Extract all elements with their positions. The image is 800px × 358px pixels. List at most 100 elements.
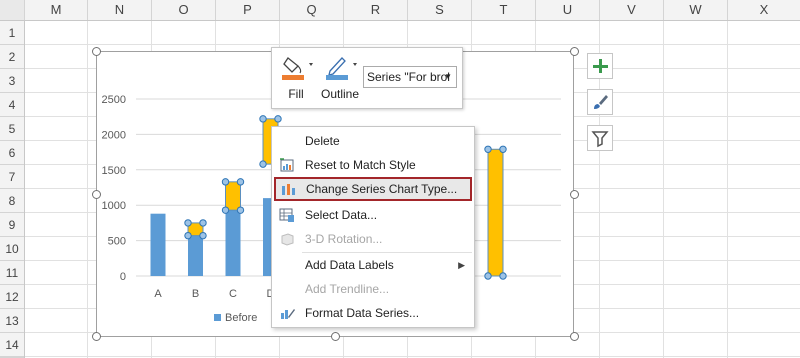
series-select[interactable]: Series "For brol ▼ <box>363 66 457 88</box>
column-header[interactable]: X <box>728 0 800 20</box>
bar-before <box>225 208 241 276</box>
x-tick-label: B <box>192 288 199 300</box>
chevron-down-icon: ▼ <box>444 72 452 81</box>
bar-before <box>188 235 203 276</box>
row-header[interactable]: 7 <box>0 165 24 189</box>
row-header[interactable]: 3 <box>0 69 24 93</box>
menu-item-label: Select Data... <box>305 208 378 222</box>
column-header[interactable]: V <box>600 0 664 20</box>
resize-handle[interactable] <box>92 47 101 56</box>
select-data-icon <box>279 208 294 222</box>
point-handle <box>236 178 245 186</box>
row-header[interactable]: 11 <box>0 261 24 285</box>
menu-item-3d-rotation[interactable]: 3-D Rotation... <box>273 227 473 251</box>
column-header[interactable]: M <box>25 0 88 20</box>
column-header[interactable]: S <box>408 0 472 20</box>
column-header[interactable]: W <box>664 0 728 20</box>
point-handle <box>259 160 267 168</box>
menu-item-add-data-labels[interactable]: Add Data Labels ▶ <box>273 253 473 277</box>
3d-rotation-icon <box>281 233 294 246</box>
point-handle <box>499 272 507 280</box>
bar-selected-series <box>487 148 504 277</box>
row-header[interactable]: 13 <box>0 309 24 333</box>
chart-styles-button[interactable] <box>587 89 613 115</box>
outline-button[interactable]: Outline <box>318 52 362 104</box>
chart-filters-icon <box>591 131 609 148</box>
reset-style-icon <box>280 158 294 172</box>
resize-handle[interactable] <box>570 332 579 341</box>
column-header[interactable]: U <box>536 0 600 20</box>
fill-label: Fill <box>288 87 304 101</box>
point-handle <box>484 272 492 280</box>
submenu-arrow-icon: ▶ <box>458 260 465 270</box>
row-header[interactable]: 4 <box>0 93 24 117</box>
column-header[interactable]: O <box>152 0 216 20</box>
row-header[interactable]: 9 <box>0 213 24 237</box>
menu-item-label: Add Data Labels <box>305 258 394 272</box>
y-tick-label: 1000 <box>102 200 126 212</box>
bar-selected-series <box>225 181 241 211</box>
point-handle <box>274 115 282 123</box>
chart-styles-icon <box>594 95 608 109</box>
menu-item-reset-style[interactable]: Reset to Match Style <box>273 153 473 177</box>
chart-filters-button[interactable] <box>587 125 613 151</box>
point-handle <box>221 178 230 186</box>
row-header[interactable]: 12 <box>0 285 24 309</box>
menu-item-change-series-chart-type[interactable]: Change Series Chart Type... <box>274 177 472 201</box>
menu-item-label: Reset to Match Style <box>305 158 416 172</box>
column-header[interactable]: R <box>344 0 408 20</box>
legend-swatch <box>214 314 221 321</box>
row-header[interactable]: 8 <box>0 189 24 213</box>
row-header[interactable]: 5 <box>0 117 24 141</box>
y-tick-label: 500 <box>108 236 126 248</box>
menu-item-label: Change Series Chart Type... <box>306 182 458 196</box>
x-tick-label: A <box>154 288 162 300</box>
chart-elements-icon <box>593 59 608 73</box>
series-select-value: Series "For brol <box>367 70 450 84</box>
point-handle <box>236 206 245 214</box>
column-header[interactable]: T <box>472 0 536 20</box>
change-chart-type-icon <box>282 184 295 195</box>
select-all-corner[interactable] <box>0 0 25 20</box>
row-header[interactable]: 10 <box>0 237 24 261</box>
chart-elements-button[interactable] <box>587 53 613 79</box>
resize-handle[interactable] <box>331 332 340 341</box>
menu-item-label: Add Trendline... <box>305 282 390 296</box>
outline-label: Outline <box>320 87 360 101</box>
resize-handle[interactable] <box>570 47 579 56</box>
point-handle <box>184 219 192 227</box>
resize-handle[interactable] <box>92 332 101 341</box>
row-header-bar: 1 2 3 4 5 6 7 8 9 10 11 12 13 14 <box>0 21 25 358</box>
resize-handle[interactable] <box>570 190 579 199</box>
y-tick-label: 2000 <box>102 129 126 141</box>
menu-item-label: Format Data Series... <box>305 306 420 320</box>
row-header[interactable]: 2 <box>0 45 24 69</box>
column-header[interactable]: P <box>216 0 280 20</box>
menu-item-label: Delete <box>305 134 340 148</box>
menu-item-label: 3-D Rotation... <box>305 232 383 246</box>
menu-item-select-data[interactable]: Select Data... <box>273 203 473 227</box>
y-tick-label: 2500 <box>102 94 126 106</box>
y-tick-label: 1500 <box>102 165 126 177</box>
bar-before <box>150 213 166 276</box>
point-handle <box>484 145 492 153</box>
point-handle <box>499 145 507 153</box>
fill-button[interactable]: Fill <box>274 52 318 104</box>
column-header[interactable]: Q <box>280 0 344 20</box>
menu-item-delete[interactable]: Delete <box>273 129 473 153</box>
menu-item-format-data-series[interactable]: Format Data Series... <box>273 301 473 325</box>
row-header[interactable]: 1 <box>0 21 24 45</box>
outline-pen-icon <box>326 57 357 80</box>
point-handle <box>184 231 192 240</box>
chart-legend[interactable]: Before <box>214 312 257 324</box>
row-header[interactable]: 6 <box>0 141 24 165</box>
point-handle <box>199 219 207 227</box>
legend-label: Before <box>225 312 258 324</box>
fill-bucket-icon <box>282 57 313 80</box>
point-handle <box>221 206 230 214</box>
column-header[interactable]: N <box>88 0 152 20</box>
menu-item-add-trendline[interactable]: Add Trendline... <box>273 277 473 301</box>
row-header[interactable]: 14 <box>0 333 24 357</box>
resize-handle[interactable] <box>92 190 101 199</box>
y-tick-label: 0 <box>120 271 126 283</box>
